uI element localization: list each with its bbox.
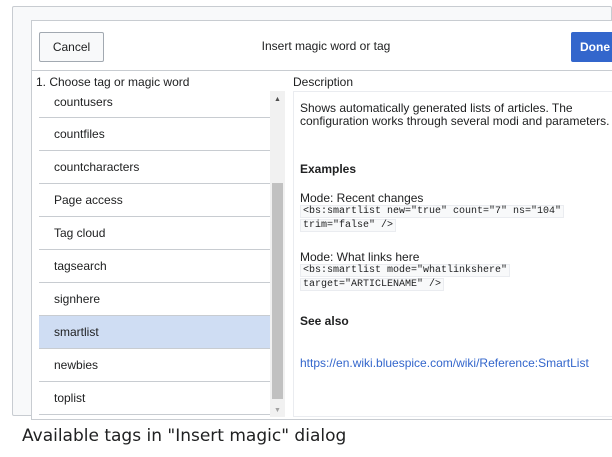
description-text: Shows automatically generated lists of a… [300,101,610,128]
example2-code-line2: target="ARTICLENAME" /> [300,278,445,291]
example1-code-line1: <bs:smartlist new="true" count="7" ns="1… [300,205,565,218]
list-item-countusers[interactable]: countusers [39,91,270,118]
list-item-page-access[interactable]: Page access [39,184,270,217]
list-item-tag-cloud[interactable]: Tag cloud [39,217,270,250]
insert-magic-dialog: Cancel Insert magic word or tag Done 1. … [31,20,612,420]
tag-list: countusers countfiles countcharacters Pa… [39,91,270,417]
example1-code: <bs:smartlist new="true" count="7" ns="1… [300,205,565,233]
list-item-signhere[interactable]: signhere [39,283,270,316]
dialog-header: Cancel Insert magic word or tag Done [32,21,612,71]
example2-mode: Mode: What links here [300,250,420,264]
list-item-countfiles[interactable]: countfiles [39,118,270,151]
done-button[interactable]: Done [571,32,612,62]
see-also-heading: See also [300,314,349,328]
dialog-title: Insert magic word or tag [261,39,391,53]
example2-code-line1: <bs:smartlist mode="whatlinkshere" [300,264,511,277]
cancel-button[interactable]: Cancel [39,32,104,62]
description-panel: Shows automatically generated lists of a… [293,91,612,417]
list-scrollbar[interactable]: ▲ ▼ [270,91,285,417]
example2-code: <bs:smartlist mode="whatlinkshere" targe… [300,264,511,292]
examples-heading: Examples [300,162,357,176]
list-item-toplist[interactable]: toplist [39,382,270,415]
scrollbar-thumb[interactable] [272,183,283,399]
scroll-down-arrow-icon[interactable]: ▼ [274,407,281,414]
image-frame: Cancel Insert magic word or tag Done 1. … [12,6,612,420]
list-item-smartlist[interactable]: smartlist [39,316,270,349]
example1-mode: Mode: Recent changes [300,191,424,205]
scroll-up-arrow-icon[interactable]: ▲ [274,96,281,103]
list-item-newbies[interactable]: newbies [39,349,270,382]
choose-tag-heading: 1. Choose tag or magic word [36,75,190,89]
list-item-tagsearch[interactable]: tagsearch [39,250,270,283]
example1-code-line2: trim="false" /> [300,219,397,232]
list-item-countcharacters[interactable]: countcharacters [39,151,270,184]
smartlist-reference-link[interactable]: https://en.wiki.bluespice.com/wiki/Refer… [300,356,589,370]
description-heading: Description [293,75,354,89]
image-caption: Available tags in "Insert magic" dialog [22,426,347,446]
